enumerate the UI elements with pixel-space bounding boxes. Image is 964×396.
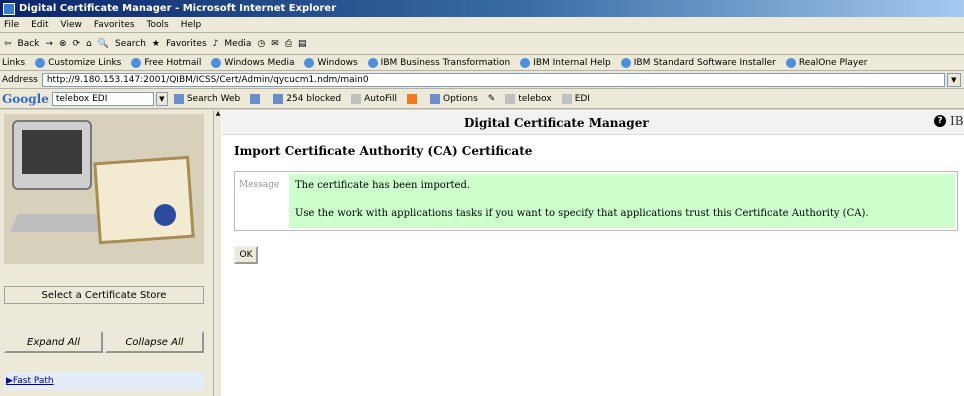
address-bar: Address http://9.180.153.147:2001/QIBM/I… — [0, 71, 964, 89]
menu-help[interactable]: Help — [181, 20, 202, 30]
autofill-button[interactable]: AutoFill — [351, 93, 397, 104]
link-item[interactable]: Windows Media — [211, 57, 294, 68]
expand-all-button[interactable]: Expand All — [4, 331, 103, 353]
ie-link-icon — [367, 57, 378, 68]
page-title: Import Certificate Authority (CA) Certif… — [234, 144, 533, 158]
google-dropdown-icon[interactable]: ▼ — [155, 91, 168, 106]
edit-icon[interactable]: ▤ — [298, 39, 307, 49]
find-term-icon — [561, 93, 572, 104]
link-item[interactable]: IBM Internal Help — [520, 57, 611, 68]
ie-link-icon — [35, 57, 46, 68]
message-box: Message The certificate has been importe… — [234, 171, 958, 231]
options-icon — [430, 93, 441, 104]
address-input[interactable]: http://9.180.153.147:2001/QIBM/ICSS/Cert… — [41, 72, 945, 87]
computer-image — [12, 120, 92, 190]
link-item[interactable]: Windows — [304, 57, 358, 68]
collapse-all-button[interactable]: Collapse All — [105, 331, 204, 353]
menu-tools[interactable]: Tools — [147, 20, 169, 30]
forward-icon[interactable]: → — [45, 39, 53, 49]
options-button[interactable]: Options — [430, 93, 478, 104]
home-icon[interactable]: ⌂ — [86, 39, 92, 49]
certificate-illustration — [4, 114, 204, 264]
search-term-edi[interactable]: EDI — [561, 93, 590, 104]
ie-link-icon — [131, 57, 142, 68]
standard-toolbar: ⇦ Back → ⊗ ⟳ ⌂ 🔍 Search ★ Favorites ♪ Me… — [0, 33, 964, 55]
menu-favorites[interactable]: Favorites — [94, 20, 135, 30]
message-label: Message — [239, 180, 280, 190]
mail-icon[interactable]: ✉ — [271, 39, 279, 49]
navigation-frame: Select a Certificate Store Expand All Co… — [0, 110, 221, 396]
content-frame: Digital Certificate Manager ? IB Import … — [222, 110, 964, 396]
message-hint: Use the work with applications tasks if … — [295, 208, 869, 219]
search-icon: 🔍 — [97, 38, 109, 49]
realone-icon — [785, 57, 796, 68]
certificate-image — [93, 155, 195, 245]
fast-path-link[interactable]: ▶ Fast Path — [4, 372, 204, 390]
google-toolbar: Google telebox EDI ▼ Search Web 254 bloc… — [0, 89, 964, 109]
address-url: http://9.180.153.147:2001/QIBM/ICSS/Cert… — [46, 74, 369, 85]
stop-icon[interactable]: ⊗ — [59, 39, 67, 49]
menu-file[interactable]: File — [4, 20, 19, 30]
left-frame-scrollbar[interactable]: ▲ — [213, 110, 221, 396]
app-title: Digital Certificate Manager — [464, 116, 649, 130]
binoculars-icon — [173, 93, 184, 104]
ie-link-icon — [620, 57, 631, 68]
link-item[interactable]: Free Hotmail — [131, 57, 201, 68]
popup-blocker-button[interactable]: 254 blocked — [273, 93, 341, 104]
address-dropdown-icon[interactable]: ▼ — [946, 72, 961, 87]
google-logo[interactable]: Google — [2, 92, 49, 106]
back-icon[interactable]: ⇦ — [4, 39, 12, 49]
link-item[interactable]: IBM Standard Software Installer — [620, 57, 776, 68]
ie-link-icon — [520, 57, 531, 68]
back-button[interactable]: Back — [18, 39, 40, 49]
page-info-icon[interactable] — [407, 93, 420, 104]
media-icon: ♪ — [212, 38, 219, 49]
google-search-input[interactable]: telebox EDI — [51, 91, 154, 106]
refresh-icon[interactable]: ⟳ — [73, 39, 81, 49]
message-area: The certificate has been imported. Use t… — [289, 174, 955, 228]
ibm-logo: IB — [950, 114, 964, 128]
expand-collapse-row: Expand All Collapse All — [4, 331, 204, 353]
address-label: Address — [2, 74, 38, 85]
window-title: Digital Certificate Manager - Microsoft … — [19, 3, 337, 14]
link-item[interactable]: IBM Business Transformation — [367, 57, 510, 68]
favorites-button[interactable]: Favorites — [166, 39, 207, 49]
ie-link-icon — [304, 57, 315, 68]
scroll-up-icon[interactable]: ▲ — [214, 110, 222, 118]
ok-button[interactable]: OK — [234, 246, 258, 264]
links-label: Links — [2, 57, 26, 68]
ie-link-icon — [211, 57, 222, 68]
menu-bar: File Edit View Favorites Tools Help — [0, 17, 964, 33]
autofill-icon — [351, 93, 362, 104]
find-term-icon — [505, 93, 516, 104]
help-icon[interactable]: ? — [934, 115, 946, 127]
link-item[interactable]: RealOne Player — [785, 57, 867, 68]
triangle-right-icon: ▶ — [6, 376, 13, 386]
browser-content: Select a Certificate Store Expand All Co… — [0, 110, 964, 396]
message-text: The certificate has been imported. — [295, 180, 471, 191]
ribbon-seal-icon — [154, 204, 176, 226]
highlight-icon[interactable]: ✎ — [488, 94, 496, 104]
ie-icon — [3, 2, 15, 15]
popup-blocker-icon — [273, 93, 284, 104]
search-web-button[interactable]: Search Web — [173, 93, 240, 104]
dcm-header: Digital Certificate Manager ? IB — [222, 110, 964, 135]
favorites-icon: ★ — [151, 38, 160, 49]
select-certificate-store-button[interactable]: Select a Certificate Store — [4, 286, 204, 304]
media-button[interactable]: Media — [224, 39, 251, 49]
print-icon[interactable]: ⎙ — [285, 39, 292, 49]
menu-view[interactable]: View — [61, 20, 82, 30]
search-button[interactable]: Search — [115, 39, 146, 49]
keyboard-image — [9, 214, 109, 232]
links-bar: Links Customize Links Free Hotmail Windo… — [0, 55, 964, 71]
search-term-telebox[interactable]: telebox — [505, 93, 552, 104]
news-icon[interactable] — [250, 93, 263, 104]
history-icon[interactable]: ◷ — [257, 39, 265, 49]
link-item[interactable]: Customize Links — [35, 57, 121, 68]
menu-edit[interactable]: Edit — [31, 20, 48, 30]
window-title-bar: Digital Certificate Manager - Microsoft … — [0, 0, 964, 17]
